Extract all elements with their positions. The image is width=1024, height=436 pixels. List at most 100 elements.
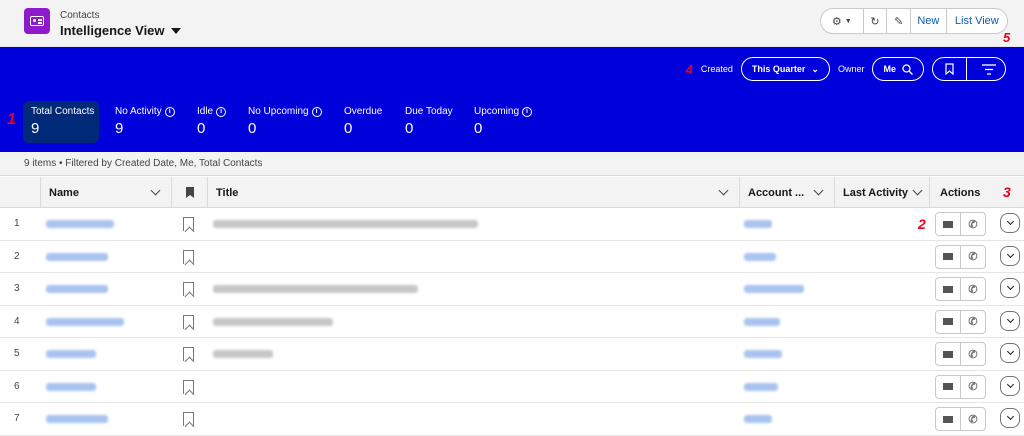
metric-no-activity[interactable]: No Activity i 9 — [107, 101, 183, 143]
filter-list-button[interactable] — [973, 58, 1006, 80]
edit-button[interactable]: ✎ — [886, 9, 910, 33]
email-button[interactable] — [936, 310, 961, 333]
metric-upcoming[interactable]: Upcoming i 0 — [466, 101, 540, 143]
account-link-redacted[interactable] — [744, 382, 778, 391]
bookmark-icon[interactable] — [183, 282, 194, 296]
call-button[interactable]: ✆ — [961, 343, 985, 365]
metric-overdue[interactable]: Overdue 0 — [336, 101, 390, 143]
caret-down-icon[interactable] — [170, 27, 181, 34]
contact-name-link-redacted[interactable] — [46, 285, 108, 293]
table-row[interactable]: 4 ✆ — [0, 306, 1024, 338]
owner-filter-value: Me — [883, 64, 896, 74]
contact-name-link-redacted[interactable] — [46, 220, 114, 228]
metric-idle[interactable]: Idle i 0 — [189, 101, 234, 143]
row-number: 4 — [14, 315, 20, 327]
row-menu-button[interactable] — [1000, 375, 1020, 396]
bookmark-icon[interactable] — [183, 314, 194, 329]
row-menu-button[interactable] — [1000, 278, 1020, 298]
info-icon[interactable]: i — [311, 106, 322, 117]
bookmark-icon[interactable] — [183, 217, 194, 231]
column-header-bookmark[interactable] — [171, 177, 207, 208]
email-icon — [943, 383, 953, 390]
column-header-name[interactable]: Name — [40, 177, 171, 208]
call-button[interactable]: ✆ — [961, 408, 985, 430]
table-row[interactable]: 6 ✆ — [0, 371, 1024, 403]
call-button[interactable]: ✆ — [961, 213, 985, 235]
account-link-redacted[interactable] — [744, 252, 776, 261]
bookmark-filter-button[interactable] — [933, 58, 967, 80]
info-icon[interactable]: i — [216, 106, 227, 117]
row-menu-button[interactable] — [1000, 213, 1020, 233]
info-icon[interactable]: i — [164, 106, 175, 117]
page-header: Contacts Intelligence View ⚙ ▼ ↻ ✎ New Li… — [0, 0, 1024, 47]
call-button[interactable]: ✆ — [961, 376, 985, 398]
chevron-down-icon[interactable] — [813, 185, 824, 196]
metric-no-upcoming[interactable]: No Upcoming i 0 — [240, 101, 330, 143]
info-icon[interactable]: i — [522, 106, 533, 117]
call-button[interactable]: ✆ — [961, 278, 985, 300]
row-actions: ✆ — [935, 374, 986, 399]
settings-gear-button[interactable]: ⚙ ▼ — [821, 9, 863, 33]
email-button[interactable] — [936, 343, 961, 365]
chevron-down-icon[interactable] — [912, 185, 923, 196]
metric-total-contacts[interactable]: Total Contacts 9 — [23, 101, 99, 143]
email-button[interactable] — [936, 213, 961, 235]
bookmark-icon[interactable] — [183, 412, 194, 426]
bookmark-icon[interactable] — [183, 347, 194, 361]
call-button[interactable]: ✆ — [961, 311, 985, 333]
contact-name-link-redacted[interactable] — [46, 415, 108, 423]
email-button[interactable] — [936, 245, 961, 268]
metric-label: Overdue — [344, 106, 383, 117]
metric-due-today[interactable]: Due Today 0 — [397, 101, 461, 143]
row-menu-button[interactable] — [1000, 408, 1020, 428]
table-row[interactable]: 3 ✆ — [0, 273, 1024, 306]
list-view-button[interactable]: List View — [945, 9, 1007, 33]
email-button[interactable] — [936, 375, 961, 398]
call-button[interactable]: ✆ — [961, 246, 985, 268]
refresh-icon: ↻ — [870, 15, 880, 28]
table-row[interactable]: 2 ✆ — [0, 241, 1024, 273]
contact-name-link-redacted[interactable] — [46, 382, 96, 391]
column-header-last-activity[interactable]: Last Activity — [834, 177, 929, 208]
refresh-button[interactable]: ↻ — [862, 9, 887, 33]
new-button[interactable]: New — [910, 9, 946, 33]
email-icon — [943, 415, 953, 423]
email-button[interactable] — [936, 278, 961, 300]
account-link-redacted[interactable] — [744, 220, 772, 228]
chevron-down-icon — [1006, 347, 1014, 356]
list-view-selector[interactable]: Intelligence View — [60, 23, 181, 38]
table-row[interactable]: 7 ✆ — [0, 403, 1024, 436]
phone-icon: ✆ — [968, 251, 978, 263]
row-actions: ✆ — [935, 309, 986, 334]
account-link-redacted[interactable] — [744, 317, 780, 326]
table-row[interactable]: 5 ✆ — [0, 338, 1024, 371]
marker-3: 3 — [1003, 184, 1011, 200]
chevron-down-icon[interactable] — [718, 185, 729, 196]
search-icon — [902, 63, 913, 75]
account-link-redacted[interactable] — [744, 415, 772, 423]
marker-1: 1 — [7, 111, 16, 128]
column-header-account[interactable]: Account ... — [739, 177, 834, 208]
metric-value: 0 — [344, 120, 353, 137]
owner-filter-button[interactable]: Me — [872, 57, 924, 81]
table-row[interactable]: 1 2 ✆ — [0, 208, 1024, 241]
row-actions: ✆ — [935, 342, 986, 366]
contact-name-link-redacted[interactable] — [46, 252, 108, 261]
contact-name-link-redacted[interactable] — [46, 350, 96, 358]
chevron-down-icon[interactable] — [150, 185, 161, 196]
owner-filter-label: Owner — [837, 64, 865, 74]
column-header-title[interactable]: Title — [207, 177, 739, 208]
row-actions: ✆ — [935, 407, 986, 431]
email-button[interactable] — [936, 408, 961, 430]
account-link-redacted[interactable] — [744, 350, 782, 358]
row-menu-button[interactable] — [1000, 310, 1020, 331]
bookmark-icon[interactable] — [183, 249, 194, 264]
row-menu-button[interactable] — [1000, 343, 1020, 363]
account-link-redacted[interactable] — [744, 285, 804, 293]
contact-title-redacted — [213, 285, 418, 293]
bookmark-icon[interactable] — [183, 379, 194, 394]
created-filter-dropdown[interactable]: This Quarter ⌄ — [740, 57, 830, 81]
row-menu-button[interactable] — [1000, 245, 1020, 266]
contact-name-link-redacted[interactable] — [46, 317, 124, 326]
pencil-icon: ✎ — [894, 15, 904, 28]
